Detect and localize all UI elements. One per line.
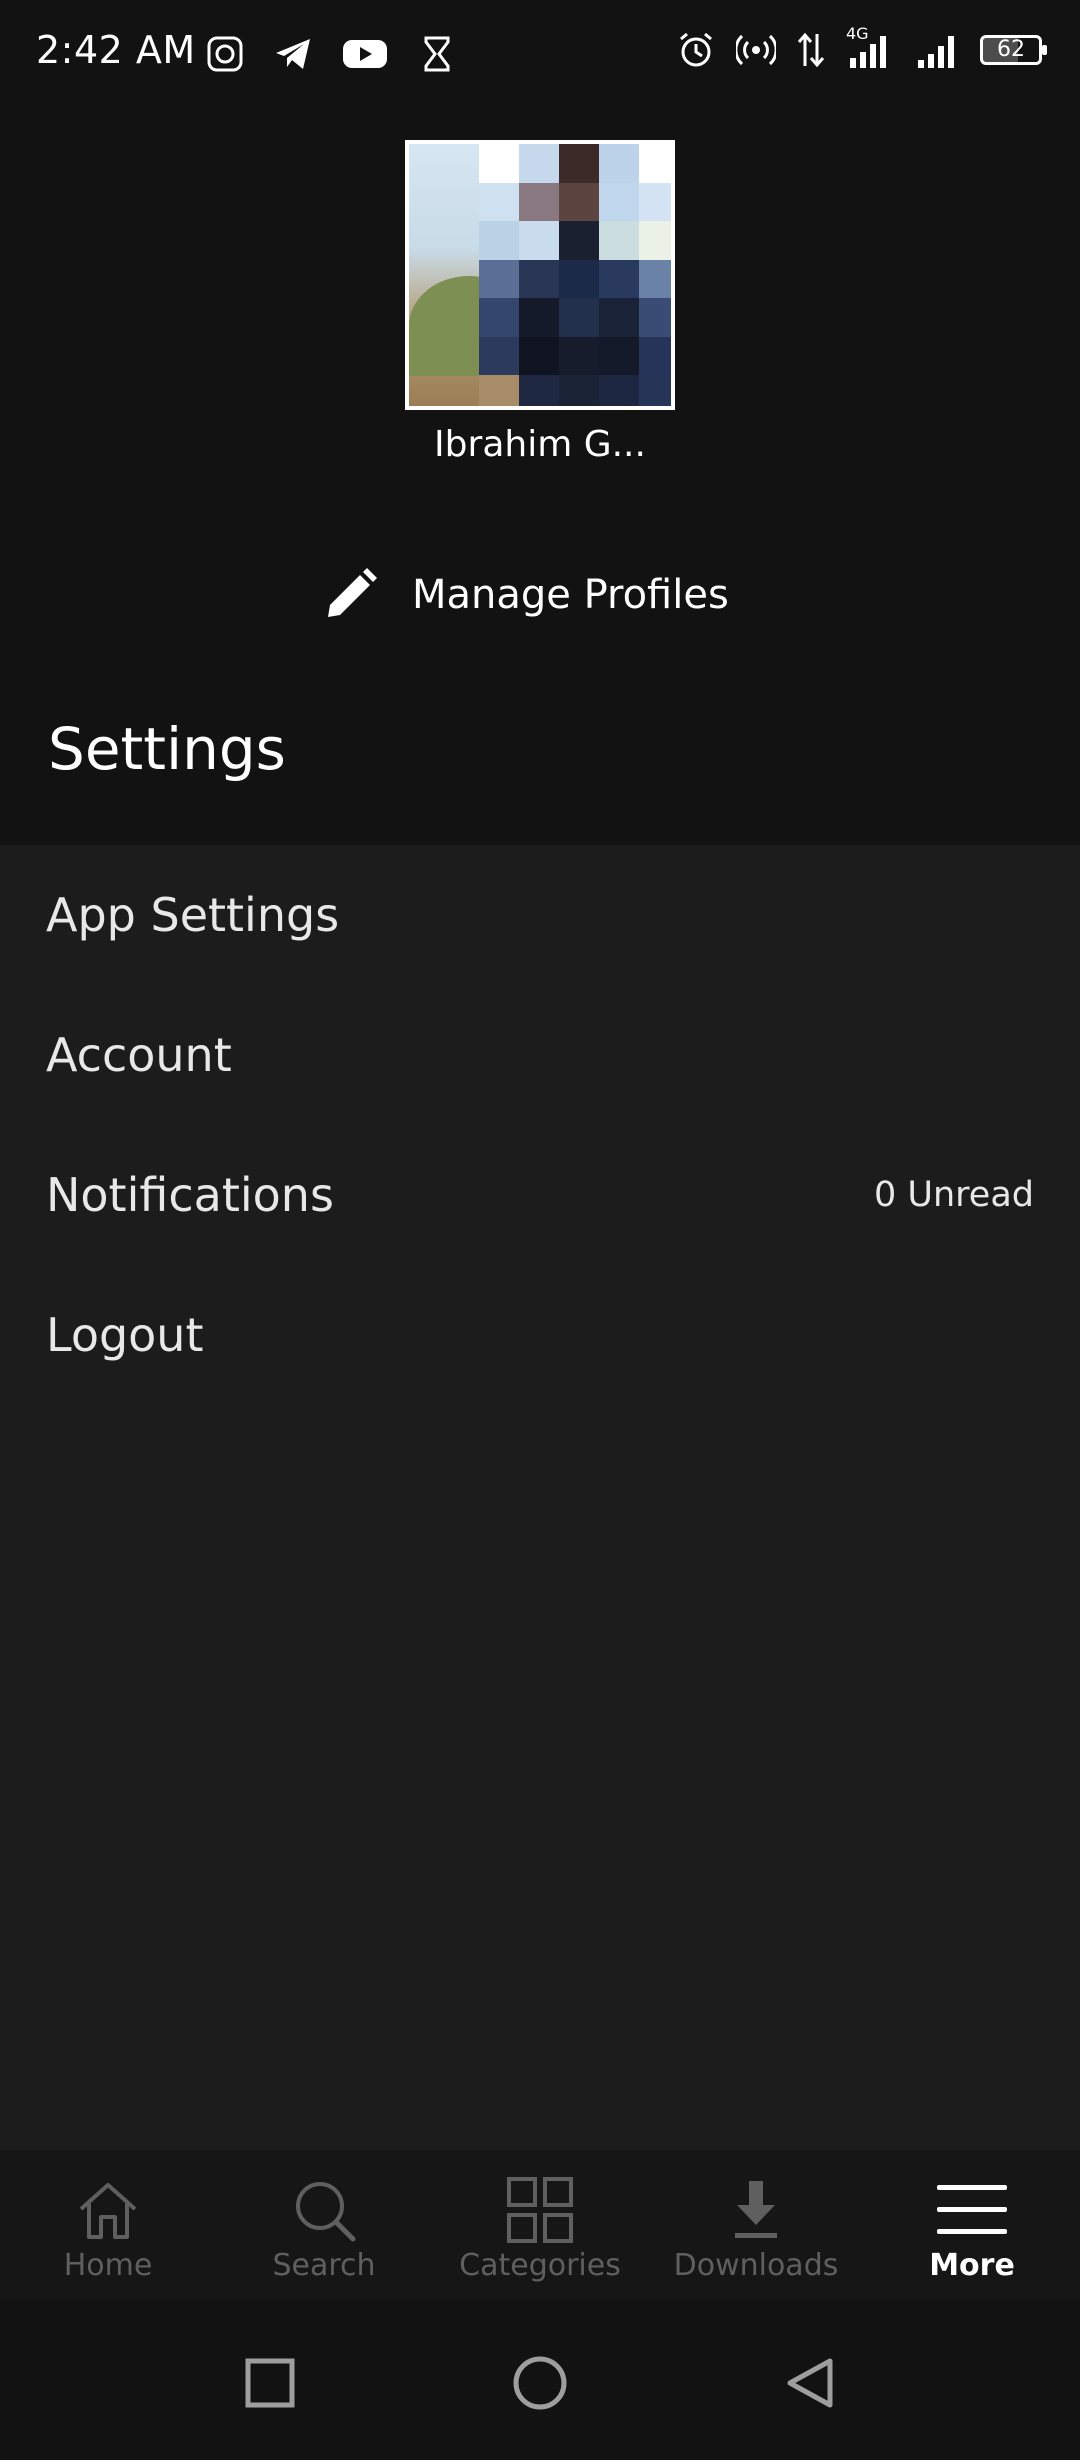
status-notification-icons bbox=[205, 34, 457, 74]
unread-count: 0 Unread bbox=[873, 1175, 1034, 1215]
app-badge-icon bbox=[207, 36, 243, 72]
profile-card[interactable]: Ibrahim G... bbox=[405, 140, 675, 465]
nav-item-downloads[interactable]: Downloads bbox=[648, 2150, 864, 2300]
categories-icon bbox=[507, 2177, 573, 2243]
settings-item-app-settings[interactable]: App Settings bbox=[0, 845, 1080, 985]
nav-label: Categories bbox=[459, 2248, 621, 2283]
status-system-icons: 4G 62 bbox=[676, 24, 1047, 70]
signal-icon bbox=[918, 36, 954, 68]
alarm-icon bbox=[680, 32, 712, 67]
home-circle-icon[interactable] bbox=[512, 2355, 568, 2411]
menu-icon bbox=[937, 2185, 1007, 2234]
nav-label: Downloads bbox=[673, 2248, 839, 2283]
system-navigation-bar bbox=[0, 2300, 1080, 2460]
data-transfer-icon bbox=[797, 32, 825, 68]
settings-item-label: Notifications bbox=[46, 1168, 334, 1222]
settings-title: Settings bbox=[48, 715, 286, 783]
nav-label: Search bbox=[272, 2248, 376, 2283]
recents-icon[interactable] bbox=[242, 2355, 298, 2411]
manage-profiles-label: Manage Profiles bbox=[412, 572, 729, 618]
settings-item-logout[interactable]: Logout bbox=[0, 1265, 1080, 1405]
status-time: 2:42 AM bbox=[36, 28, 196, 72]
status-bar: 2:42 AM 4G 62 bbox=[0, 0, 1080, 110]
settings-item-label: Logout bbox=[46, 1308, 204, 1362]
settings-item-notifications[interactable]: Notifications 0 Unread bbox=[0, 1125, 1080, 1265]
youtube-icon bbox=[343, 40, 387, 68]
telegram-icon bbox=[276, 39, 310, 69]
hotspot-icon bbox=[736, 34, 776, 66]
home-icon bbox=[79, 2183, 137, 2239]
download-icon bbox=[735, 2181, 777, 2238]
settings-item-label: App Settings bbox=[46, 888, 340, 942]
manage-profiles-button[interactable]: Manage Profiles bbox=[320, 560, 729, 630]
settings-item-account[interactable]: Account bbox=[0, 985, 1080, 1125]
nav-label: Home bbox=[63, 2248, 153, 2283]
hourglass-icon bbox=[424, 36, 450, 72]
nav-item-categories[interactable]: Categories bbox=[432, 2150, 648, 2300]
search-icon bbox=[296, 2182, 356, 2242]
settings-item-label: Account bbox=[46, 1028, 232, 1082]
bottom-navigation: Home Search Categories Downloads More bbox=[0, 2150, 1080, 2300]
profile-name: Ibrahim G... bbox=[434, 424, 646, 465]
nav-label: More bbox=[929, 2248, 1015, 2283]
avatar[interactable] bbox=[405, 140, 675, 410]
nav-item-search[interactable]: Search bbox=[216, 2150, 432, 2300]
pencil-icon bbox=[328, 568, 377, 617]
settings-list: App Settings Account Notifications 0 Unr… bbox=[0, 845, 1080, 2150]
nav-item-more[interactable]: More bbox=[864, 2150, 1080, 2300]
signal-4g-icon: 4G bbox=[846, 24, 896, 70]
avatar-pixelation bbox=[479, 144, 671, 406]
nav-item-home[interactable]: Home bbox=[0, 2150, 216, 2300]
battery-icon: 62 bbox=[980, 35, 1047, 65]
back-icon[interactable] bbox=[782, 2355, 838, 2411]
battery-level: 62 bbox=[997, 37, 1025, 62]
